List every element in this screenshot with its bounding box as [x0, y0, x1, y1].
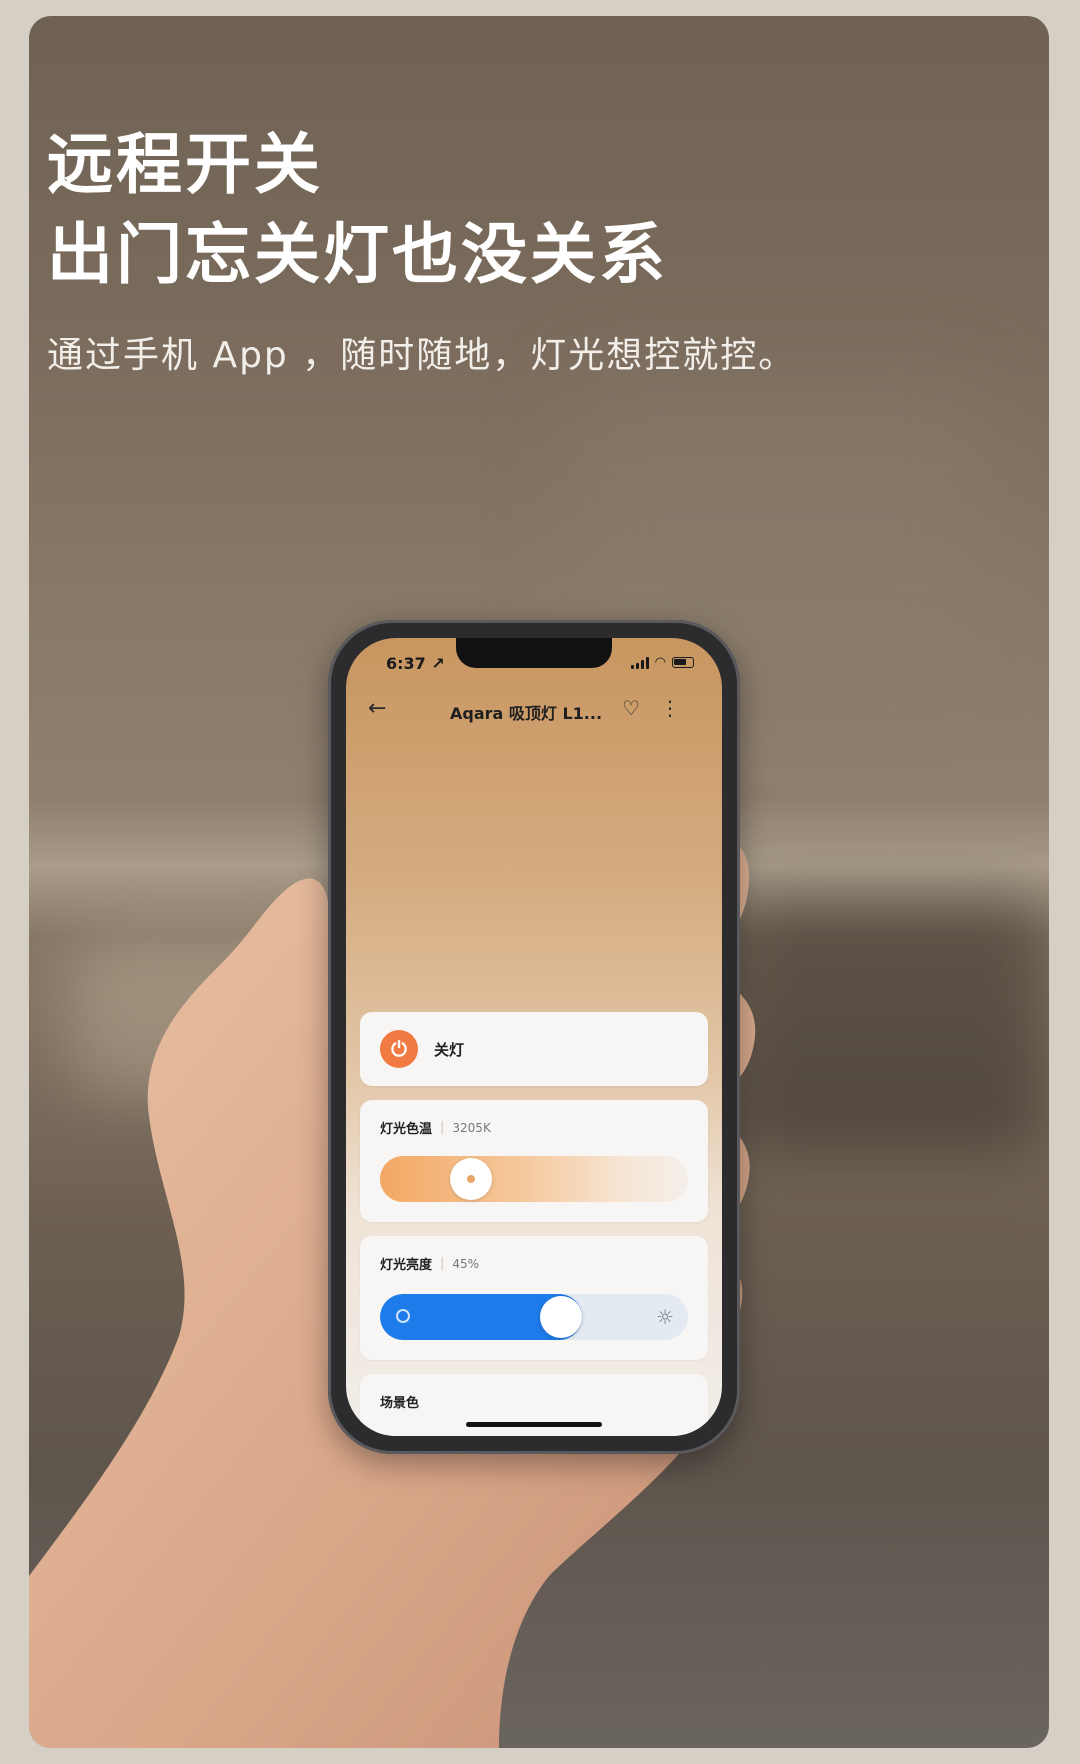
headline-block: 远程开关 出门忘关灯也没关系 通过手机 App ，随时随地，灯光想控就控。 — [47, 120, 796, 378]
headline-line1: 远程开关 — [47, 126, 323, 203]
scene-label: 场景色 — [380, 1396, 420, 1411]
status-time: 6:37 ↗ — [386, 654, 445, 673]
divider: | — [440, 1120, 445, 1135]
phone-screen: 6:37 ↗ ◠ ← Aqara 吸顶灯 L1... ♡ ⋮ ⏻ 关灯 灯光色温… — [346, 638, 722, 1436]
color-temp-label: 灯光色温 — [380, 1122, 433, 1137]
color-temp-header: 灯光色温 | 3205K — [380, 1118, 491, 1137]
brightness-slider-knob[interactable] — [539, 1296, 582, 1338]
status-icons: ◠ — [630, 655, 694, 670]
power-panel[interactable]: ⏻ 关灯 — [360, 1012, 708, 1086]
brightness-value: 45% — [452, 1256, 480, 1271]
color-temp-slider-knob[interactable] — [450, 1158, 493, 1200]
power-icon[interactable]: ⏻ — [380, 1030, 418, 1068]
headline-subtitle: 通过手机 App ，随时随地，灯光想控就控。 — [47, 335, 797, 376]
battery-icon — [672, 657, 694, 668]
sun-icon: ☼ — [656, 1305, 674, 1329]
nav-bar: ← Aqara 吸顶灯 L1... ♡ ⋮ — [346, 690, 722, 730]
brightness-panel: 灯光亮度 | 45% ☼ — [360, 1236, 708, 1360]
divider: | — [440, 1256, 445, 1271]
wifi-icon: ◠ — [654, 655, 666, 670]
cellular-signal-icon — [630, 656, 649, 669]
phone-notch — [456, 638, 612, 668]
power-label: 关灯 — [434, 1041, 465, 1059]
brightness-header: 灯光亮度 | 45% — [380, 1254, 479, 1273]
color-temp-slider[interactable] — [380, 1156, 688, 1202]
device-title: Aqara 吸顶灯 L1... — [450, 704, 603, 723]
home-indicator — [466, 1422, 602, 1427]
dim-icon — [396, 1309, 410, 1323]
color-temp-value: 3205K — [452, 1120, 491, 1135]
brightness-label: 灯光亮度 — [380, 1258, 433, 1273]
arrow-left-icon[interactable]: ← — [368, 696, 386, 721]
more-vertical-icon[interactable]: ⋮ — [660, 696, 680, 720]
heart-icon[interactable]: ♡ — [622, 696, 640, 720]
brightness-slider[interactable]: ☼ — [380, 1294, 688, 1340]
color-temp-panel: 灯光色温 | 3205K — [360, 1100, 708, 1222]
headline-line2: 出门忘关灯也没关系 — [47, 216, 668, 293]
